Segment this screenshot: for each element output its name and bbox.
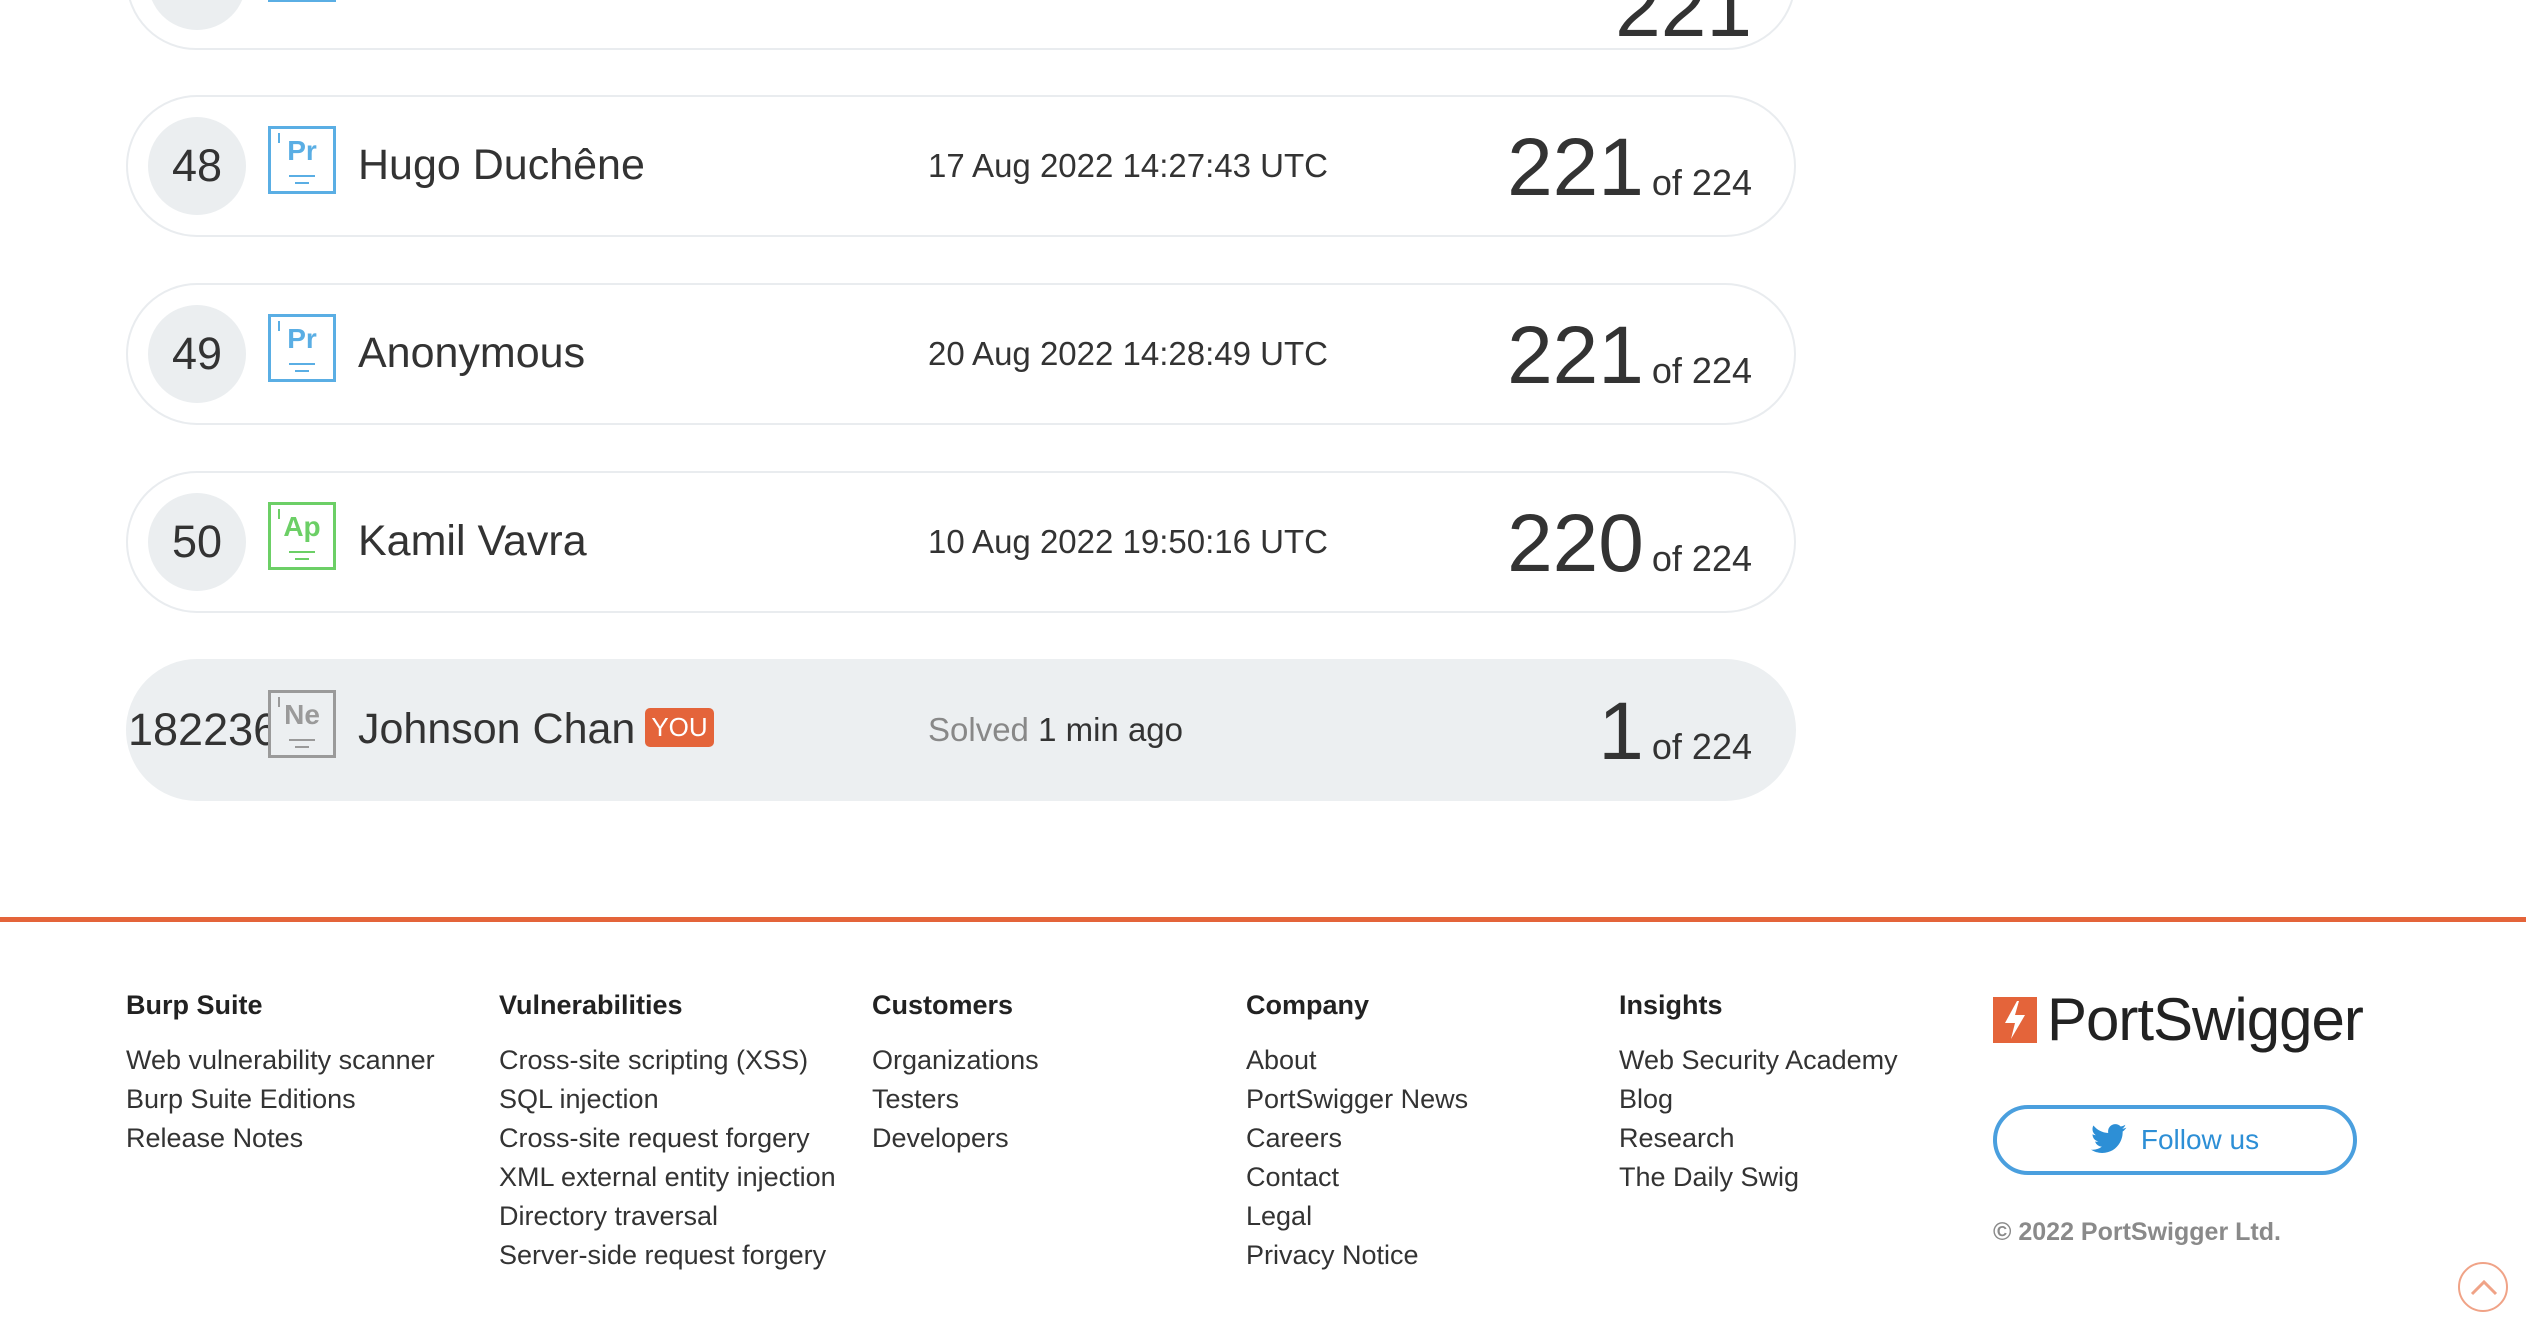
rank: 48: [148, 117, 246, 215]
footer-link[interactable]: Web vulnerability scanner: [126, 1041, 435, 1080]
level-badge: Ne: [268, 690, 336, 758]
footer-link[interactable]: Testers: [872, 1080, 1039, 1119]
footer-link[interactable]: Organizations: [872, 1041, 1039, 1080]
solved-date: 10 Aug 2022 19:50:16 UTC: [928, 523, 1328, 560]
user-name: Kamil Vavra: [358, 517, 587, 565]
footer-link[interactable]: Developers: [872, 1119, 1039, 1158]
copyright: © 2022 PortSwigger Ltd.: [1993, 1218, 2281, 1246]
footer-column-burp-suite: Burp Suite Web vulnerability scanner Bur…: [126, 990, 435, 1158]
score-total: of 224: [1651, 726, 1752, 767]
rank: 50: [148, 493, 246, 591]
score-value: 220: [1507, 498, 1644, 589]
footer-link[interactable]: Web Security Academy: [1619, 1041, 1898, 1080]
footer-divider: [0, 917, 2526, 922]
footer-link[interactable]: Legal: [1246, 1197, 1468, 1236]
footer-link[interactable]: Server-side request forgery: [499, 1236, 836, 1275]
score: 1 of 224: [1598, 685, 1752, 779]
rank: 49: [148, 305, 246, 403]
footer-column-company: Company About PortSwigger News Careers C…: [1246, 990, 1468, 1275]
score: 221 of 224: [1507, 309, 1752, 403]
footer-column-title: Customers: [872, 990, 1014, 1020]
leaderboard-row-current-user: 182236 Ne Johnson Chan YOU Solved 1 min a…: [126, 659, 1796, 801]
you-badge: YOU: [645, 708, 714, 748]
footer-link[interactable]: PortSwigger News: [1246, 1080, 1468, 1119]
user-name: Anonymous: [358, 329, 586, 377]
footer-link[interactable]: Careers: [1246, 1119, 1468, 1158]
footer-link[interactable]: Cross-site scripting (XSS): [499, 1041, 836, 1080]
rank-circle: [148, 0, 246, 30]
leaderboard-row-partial: 221: [126, 0, 1796, 54]
scroll-to-top-button[interactable]: [2458, 1262, 2508, 1312]
footer-link[interactable]: Burp Suite Editions: [126, 1080, 435, 1119]
logo-text: PortSwigger: [2047, 986, 2364, 1053]
solved-time: 1 min ago: [1038, 711, 1184, 748]
footer-link[interactable]: Research: [1619, 1119, 1898, 1158]
footer-link[interactable]: SQL injection: [499, 1080, 836, 1119]
footer-column-customers: Customers Organizations Testers Develope…: [872, 990, 1039, 1158]
footer-link[interactable]: Cross-site request forgery: [499, 1119, 836, 1158]
footer-link[interactable]: Directory traversal: [499, 1197, 836, 1236]
score-value: 221: [1615, 0, 1752, 54]
footer-link[interactable]: Release Notes: [126, 1119, 435, 1158]
score-value: 221: [1507, 122, 1644, 213]
level-badge: Pr: [268, 314, 336, 382]
leaderboard-row: 49 Pr Anonymous 20 Aug 2022 14:28:49 UTC…: [126, 283, 1796, 425]
chevron-up-icon: [2470, 1279, 2498, 1296]
solved-date: 17 Aug 2022 14:27:43 UTC: [928, 147, 1328, 184]
follow-us-button[interactable]: Follow us: [1993, 1105, 2357, 1175]
leaderboard: 221 48 Pr Hugo Duchêne 17 Aug 2022 14:27…: [0, 0, 2526, 920]
lightning-bolt-icon: [1993, 997, 2037, 1043]
score: 221: [1615, 0, 1752, 56]
score-total: of 224: [1651, 162, 1752, 203]
level-badge: [268, 0, 336, 2]
score-value: 221: [1507, 310, 1644, 401]
solved-date: 20 Aug 2022 14:28:49 UTC: [928, 335, 1328, 372]
footer-column-title: Burp Suite: [126, 990, 263, 1020]
footer-column-title: Company: [1246, 990, 1370, 1020]
level-badge: Pr: [268, 126, 336, 194]
level-badge: Ap: [268, 502, 336, 570]
score-value: 1: [1598, 686, 1644, 777]
user-name: Hugo Duchêne: [358, 141, 645, 189]
leaderboard-row: 50 Ap Kamil Vavra 10 Aug 2022 19:50:16 U…: [126, 471, 1796, 613]
user-name: Johnson Chan YOU: [358, 705, 714, 754]
follow-us-label: Follow us: [2140, 1124, 2260, 1155]
score: 220 of 224: [1507, 497, 1752, 591]
twitter-icon: [2090, 1123, 2127, 1153]
footer-link[interactable]: About: [1246, 1041, 1468, 1080]
footer-link[interactable]: Contact: [1246, 1158, 1468, 1197]
footer-link[interactable]: Blog: [1619, 1080, 1898, 1119]
footer-link[interactable]: Privacy Notice: [1246, 1236, 1468, 1275]
user-name-text: Johnson Chan: [358, 705, 636, 753]
footer-column-vulnerabilities: Vulnerabilities Cross-site scripting (XS…: [499, 990, 836, 1275]
score-total: of 224: [1651, 538, 1752, 579]
footer-link[interactable]: The Daily Swig: [1619, 1158, 1898, 1197]
leaderboard-row: 48 Pr Hugo Duchêne 17 Aug 2022 14:27:43 …: [126, 95, 1796, 237]
footer-column-insights: Insights Web Security Academy Blog Resea…: [1619, 990, 1898, 1197]
solved-label: Solved: [928, 711, 1029, 748]
footer-link[interactable]: XML external entity injection: [499, 1158, 836, 1197]
solved-status: Solved 1 min ago: [928, 711, 1183, 749]
footer-column-title: Insights: [1619, 990, 1723, 1020]
score: 221 of 224: [1507, 121, 1752, 215]
footer-column-title: Vulnerabilities: [499, 990, 683, 1020]
score-total: of 224: [1651, 350, 1752, 391]
rank: 182236: [128, 704, 279, 755]
